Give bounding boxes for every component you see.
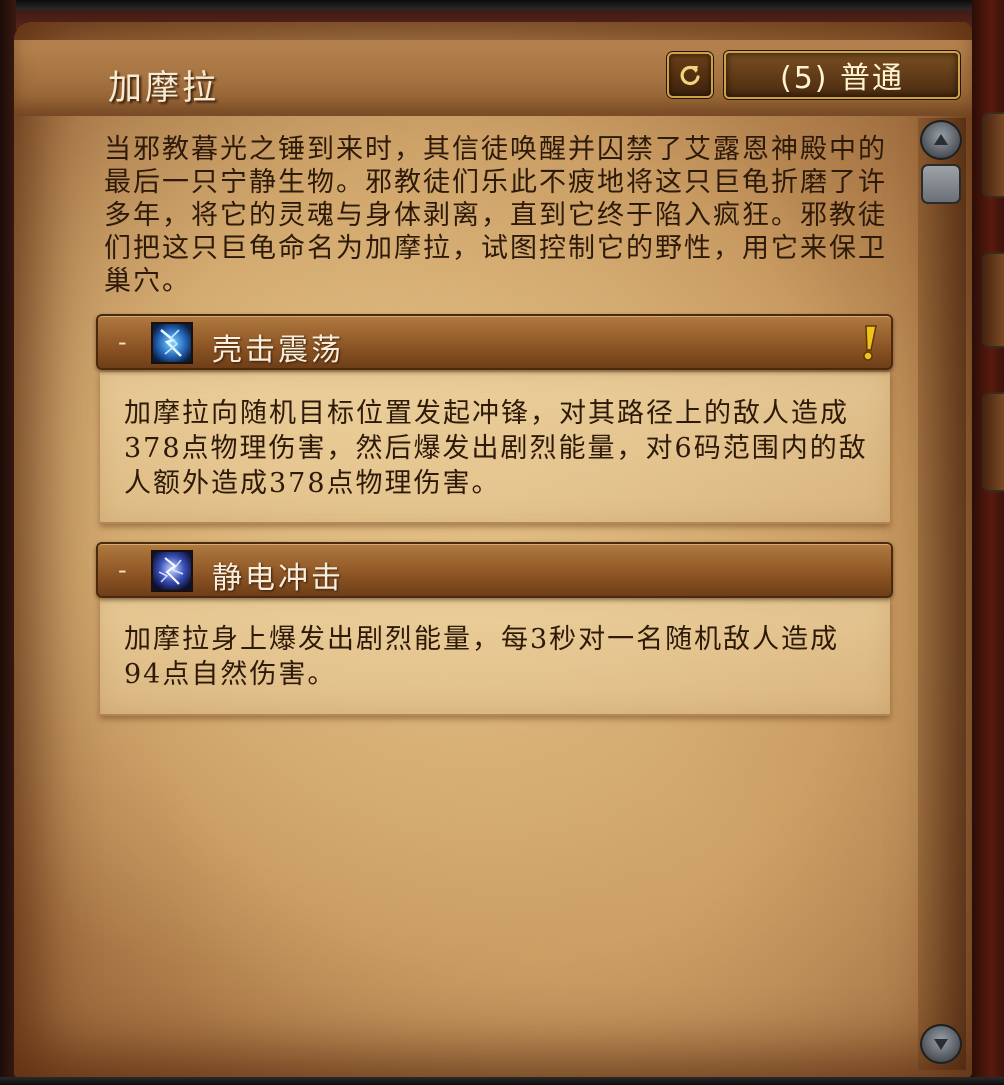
- scroll-up-icon: [934, 134, 948, 145]
- window-bottom-frame: [0, 1077, 1004, 1085]
- scrollbar-thumb[interactable]: [921, 164, 961, 204]
- scroll-down-icon: [934, 1039, 948, 1050]
- ability-body-shell-shock: 加摩拉向随机目标位置发起冲锋，对其路径上的敌人造成378点物理伤害，然后爆发出剧…: [100, 372, 890, 524]
- ability-header-static-shock[interactable]: - 静电冲击: [96, 542, 893, 598]
- difficulty-dropdown[interactable]: (5) 普通: [724, 51, 960, 99]
- static-shock-spell-icon: [151, 550, 193, 592]
- ability-description: 加摩拉身上爆发出剧烈能量，每3秒对一名随机敌人造成94点自然伤害。: [124, 624, 840, 690]
- reset-button[interactable]: [667, 52, 713, 98]
- collapse-toggle[interactable]: -: [118, 328, 127, 356]
- scrollbar-track[interactable]: [918, 118, 966, 1070]
- ability-name: 壳击震荡: [212, 333, 344, 368]
- ability-body-static-shock: 加摩拉身上爆发出剧烈能量，每3秒对一名随机敌人造成94点自然伤害。: [100, 598, 890, 716]
- shell-shock-spell-icon: [151, 322, 193, 364]
- scroll-up-button[interactable]: [920, 120, 962, 160]
- encounter-title: 加摩拉: [108, 68, 219, 108]
- ability-name: 静电冲击: [212, 561, 344, 596]
- ability-description: 加摩拉向随机目标位置发起冲锋，对其路径上的敌人造成378点物理伤害，然后爆发出剧…: [124, 398, 868, 499]
- reset-arrow-icon: [680, 65, 700, 86]
- side-tab-3[interactable]: [982, 392, 1004, 492]
- side-tab-1[interactable]: [982, 112, 1004, 198]
- exclamation-icon: [863, 325, 877, 361]
- side-tab-2[interactable]: [982, 252, 1004, 348]
- scroll-down-button[interactable]: [920, 1024, 962, 1064]
- ability-header-shell-shock[interactable]: - 壳击震荡: [96, 314, 893, 370]
- collapse-toggle[interactable]: -: [118, 556, 127, 584]
- encounter-description: 当邪教暮光之锤到来时，其信徒唤醒并囚禁了艾露恩神殿中的最后一只宁静生物。邪教徒们…: [104, 134, 887, 297]
